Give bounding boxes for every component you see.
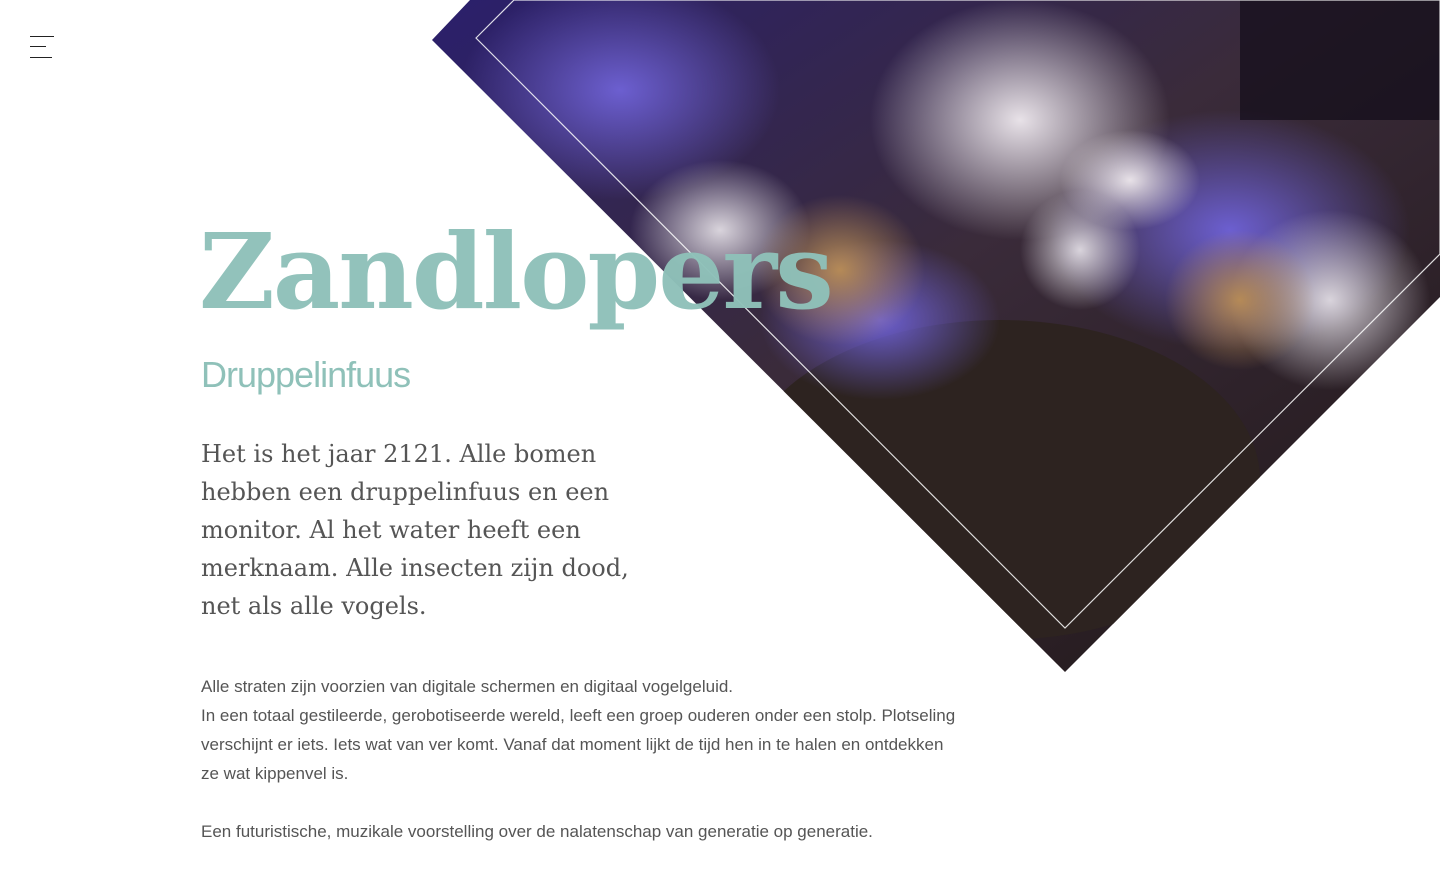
hamburger-line [30, 57, 52, 58]
description-paragraph: In een totaal gestileerde, gerobotiseerd… [201, 706, 956, 783]
description-line: Alle straten zijn voorzien van digitale … [201, 677, 734, 696]
description-closing: Een futuristische, muzikale voorstelling… [201, 822, 873, 841]
intro-text: Het is het jaar 2121. Alle bomen hebben … [201, 440, 629, 620]
hamburger-menu-icon [30, 36, 54, 37]
page-title: Zandlopers [199, 210, 834, 333]
page-subtitle: Druppelinfuus [201, 354, 411, 395]
description: Alle straten zijn voorzien van digitale … [201, 672, 961, 846]
menu-button[interactable] [30, 34, 56, 60]
hamburger-line [30, 46, 46, 47]
